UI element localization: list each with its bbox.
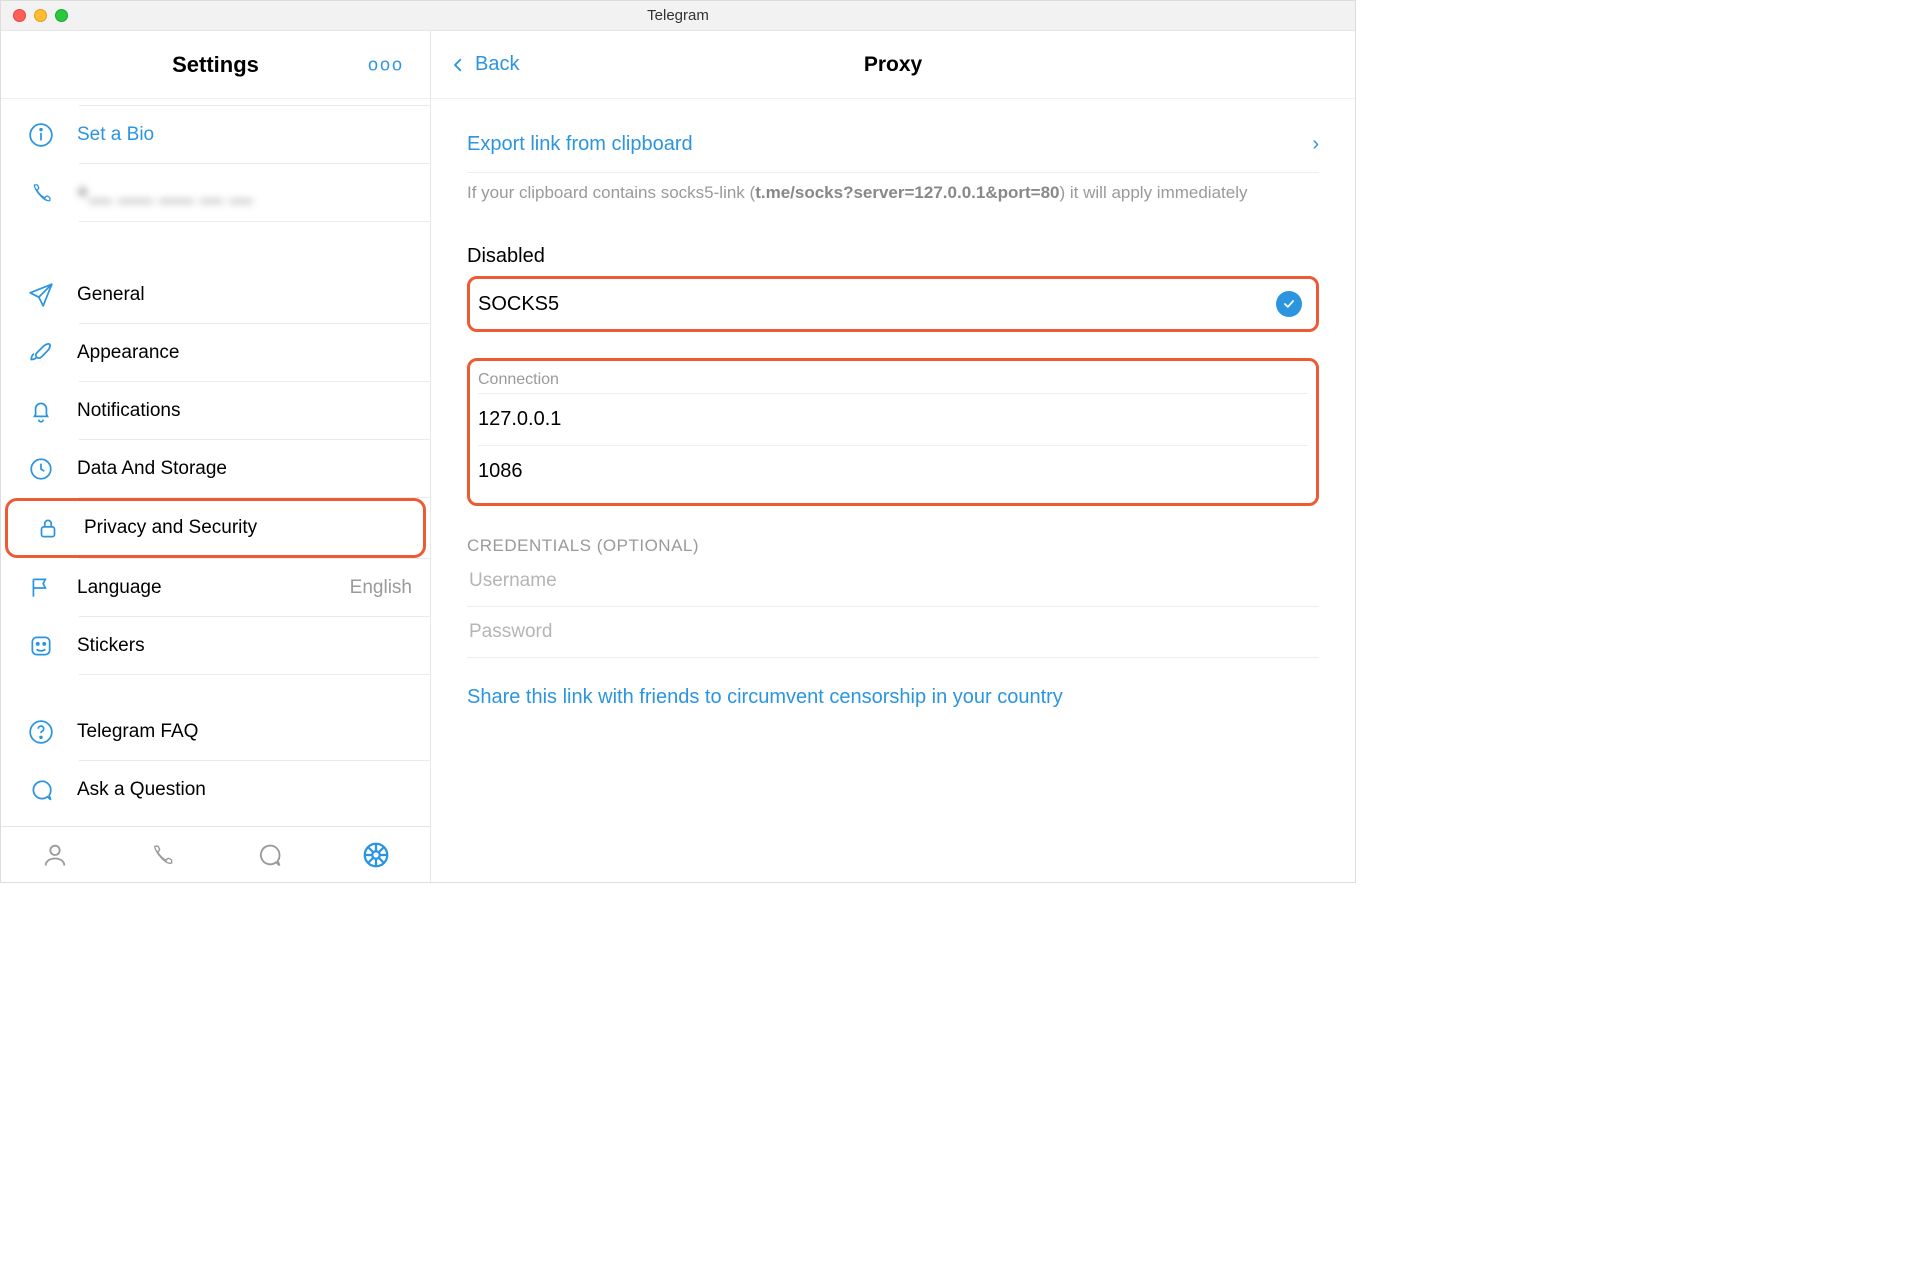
window-close-button[interactable] [13, 9, 26, 22]
help-icon [27, 719, 55, 745]
paper-plane-icon [27, 282, 55, 308]
sidebar-item-privacy-security[interactable]: Privacy and Security [8, 501, 423, 555]
proxy-type-label: SOCKS5 [478, 293, 559, 316]
sidebar-item-notifications[interactable]: Notifications [1, 382, 430, 439]
back-button[interactable]: Back [449, 53, 519, 76]
export-hint: If your clipboard contains socks5-link (… [467, 183, 1319, 203]
proxy-status-label: Disabled [467, 245, 1319, 268]
main-panel: Back Proxy Export link from clipboard › … [431, 31, 1355, 882]
app-title: Telegram [647, 7, 709, 24]
clock-icon [27, 456, 55, 482]
export-link-label: Export link from clipboard [467, 133, 693, 156]
page-title: Proxy [864, 53, 922, 77]
flag-icon [27, 575, 55, 601]
main-header: Back Proxy [431, 31, 1355, 99]
sidebar-item-label: Stickers [77, 635, 412, 657]
phone-icon [27, 180, 55, 206]
sidebar-list: Set a Bio +__ ___ ___ __ __ General [1, 99, 430, 826]
sidebar-item-label: Notifications [77, 400, 412, 422]
share-link-button[interactable]: Share this link with friends to circumve… [467, 686, 1319, 709]
sticker-icon [27, 633, 55, 659]
tab-contacts[interactable] [40, 840, 70, 870]
tab-calls[interactable] [147, 840, 177, 870]
settings-sidebar: Settings ooo Set a Bio +__ ___ ___ __ __ [1, 31, 431, 882]
checkmark-icon [1276, 291, 1302, 317]
chat-bubble-icon [27, 777, 55, 803]
tab-chats[interactable] [254, 840, 284, 870]
export-link-row[interactable]: Export link from clipboard › [467, 121, 1319, 173]
sidebar-item-stickers[interactable]: Stickers [1, 617, 430, 674]
port-input[interactable] [478, 446, 1308, 497]
bottom-tabbar [1, 826, 430, 882]
sidebar-item-phone[interactable]: +__ ___ ___ __ __ [1, 164, 430, 221]
sidebar-item-label: Privacy and Security [84, 517, 405, 539]
sidebar-item-faq[interactable]: Telegram FAQ [1, 703, 430, 760]
proxy-type-row[interactable]: SOCKS5 [467, 276, 1319, 332]
bell-icon [27, 398, 55, 424]
host-input[interactable] [478, 394, 1308, 446]
username-input[interactable] [467, 556, 1319, 607]
connection-section: Connection [467, 358, 1319, 506]
window-minimize-button[interactable] [34, 9, 47, 22]
sidebar-item-set-bio[interactable]: Set a Bio [1, 106, 430, 163]
titlebar: Telegram [1, 1, 1355, 31]
traffic-lights [13, 9, 68, 22]
sidebar-item-label: Set a Bio [77, 124, 412, 146]
sidebar-header: Settings ooo [1, 31, 430, 99]
app-body: Settings ooo Set a Bio +__ ___ ___ __ __ [1, 31, 1355, 882]
chevron-right-icon: › [1312, 133, 1319, 156]
sidebar-item-label: Telegram FAQ [77, 721, 412, 743]
sidebar-item-language[interactable]: Language English [1, 559, 430, 616]
sidebar-item-label: +__ ___ ___ __ __ [77, 182, 412, 204]
chevron-left-icon [449, 56, 467, 74]
highlight-privacy: Privacy and Security [5, 498, 426, 558]
sidebar-item-general[interactable]: General [1, 266, 430, 323]
info-icon [27, 122, 55, 148]
sidebar-item-data-storage[interactable]: Data And Storage [1, 440, 430, 497]
sidebar-item-label: Language [77, 577, 328, 599]
app-window: Telegram Settings ooo Set a Bio [0, 0, 1356, 883]
brush-icon [27, 340, 55, 366]
password-input[interactable] [467, 607, 1319, 658]
sidebar-item-ask-question[interactable]: Ask a Question [1, 761, 430, 818]
more-options-button[interactable]: ooo [368, 54, 404, 75]
tab-settings[interactable] [361, 840, 391, 870]
credentials-heading: CREDENTIALS (OPTIONAL) [467, 536, 1319, 556]
sidebar-item-appearance[interactable]: Appearance [1, 324, 430, 381]
sidebar-item-label: Data And Storage [77, 458, 412, 480]
sidebar-item-label: Appearance [77, 342, 412, 364]
sidebar-item-label: General [77, 284, 412, 306]
lock-icon [34, 515, 62, 541]
sidebar-item-value: English [350, 577, 412, 599]
sidebar-heading: Settings [172, 52, 259, 78]
main-body: Export link from clipboard › If your cli… [431, 99, 1355, 882]
connection-heading: Connection [478, 363, 1308, 394]
window-zoom-button[interactable] [55, 9, 68, 22]
sidebar-item-label: Ask a Question [77, 779, 412, 801]
back-label: Back [475, 53, 519, 76]
